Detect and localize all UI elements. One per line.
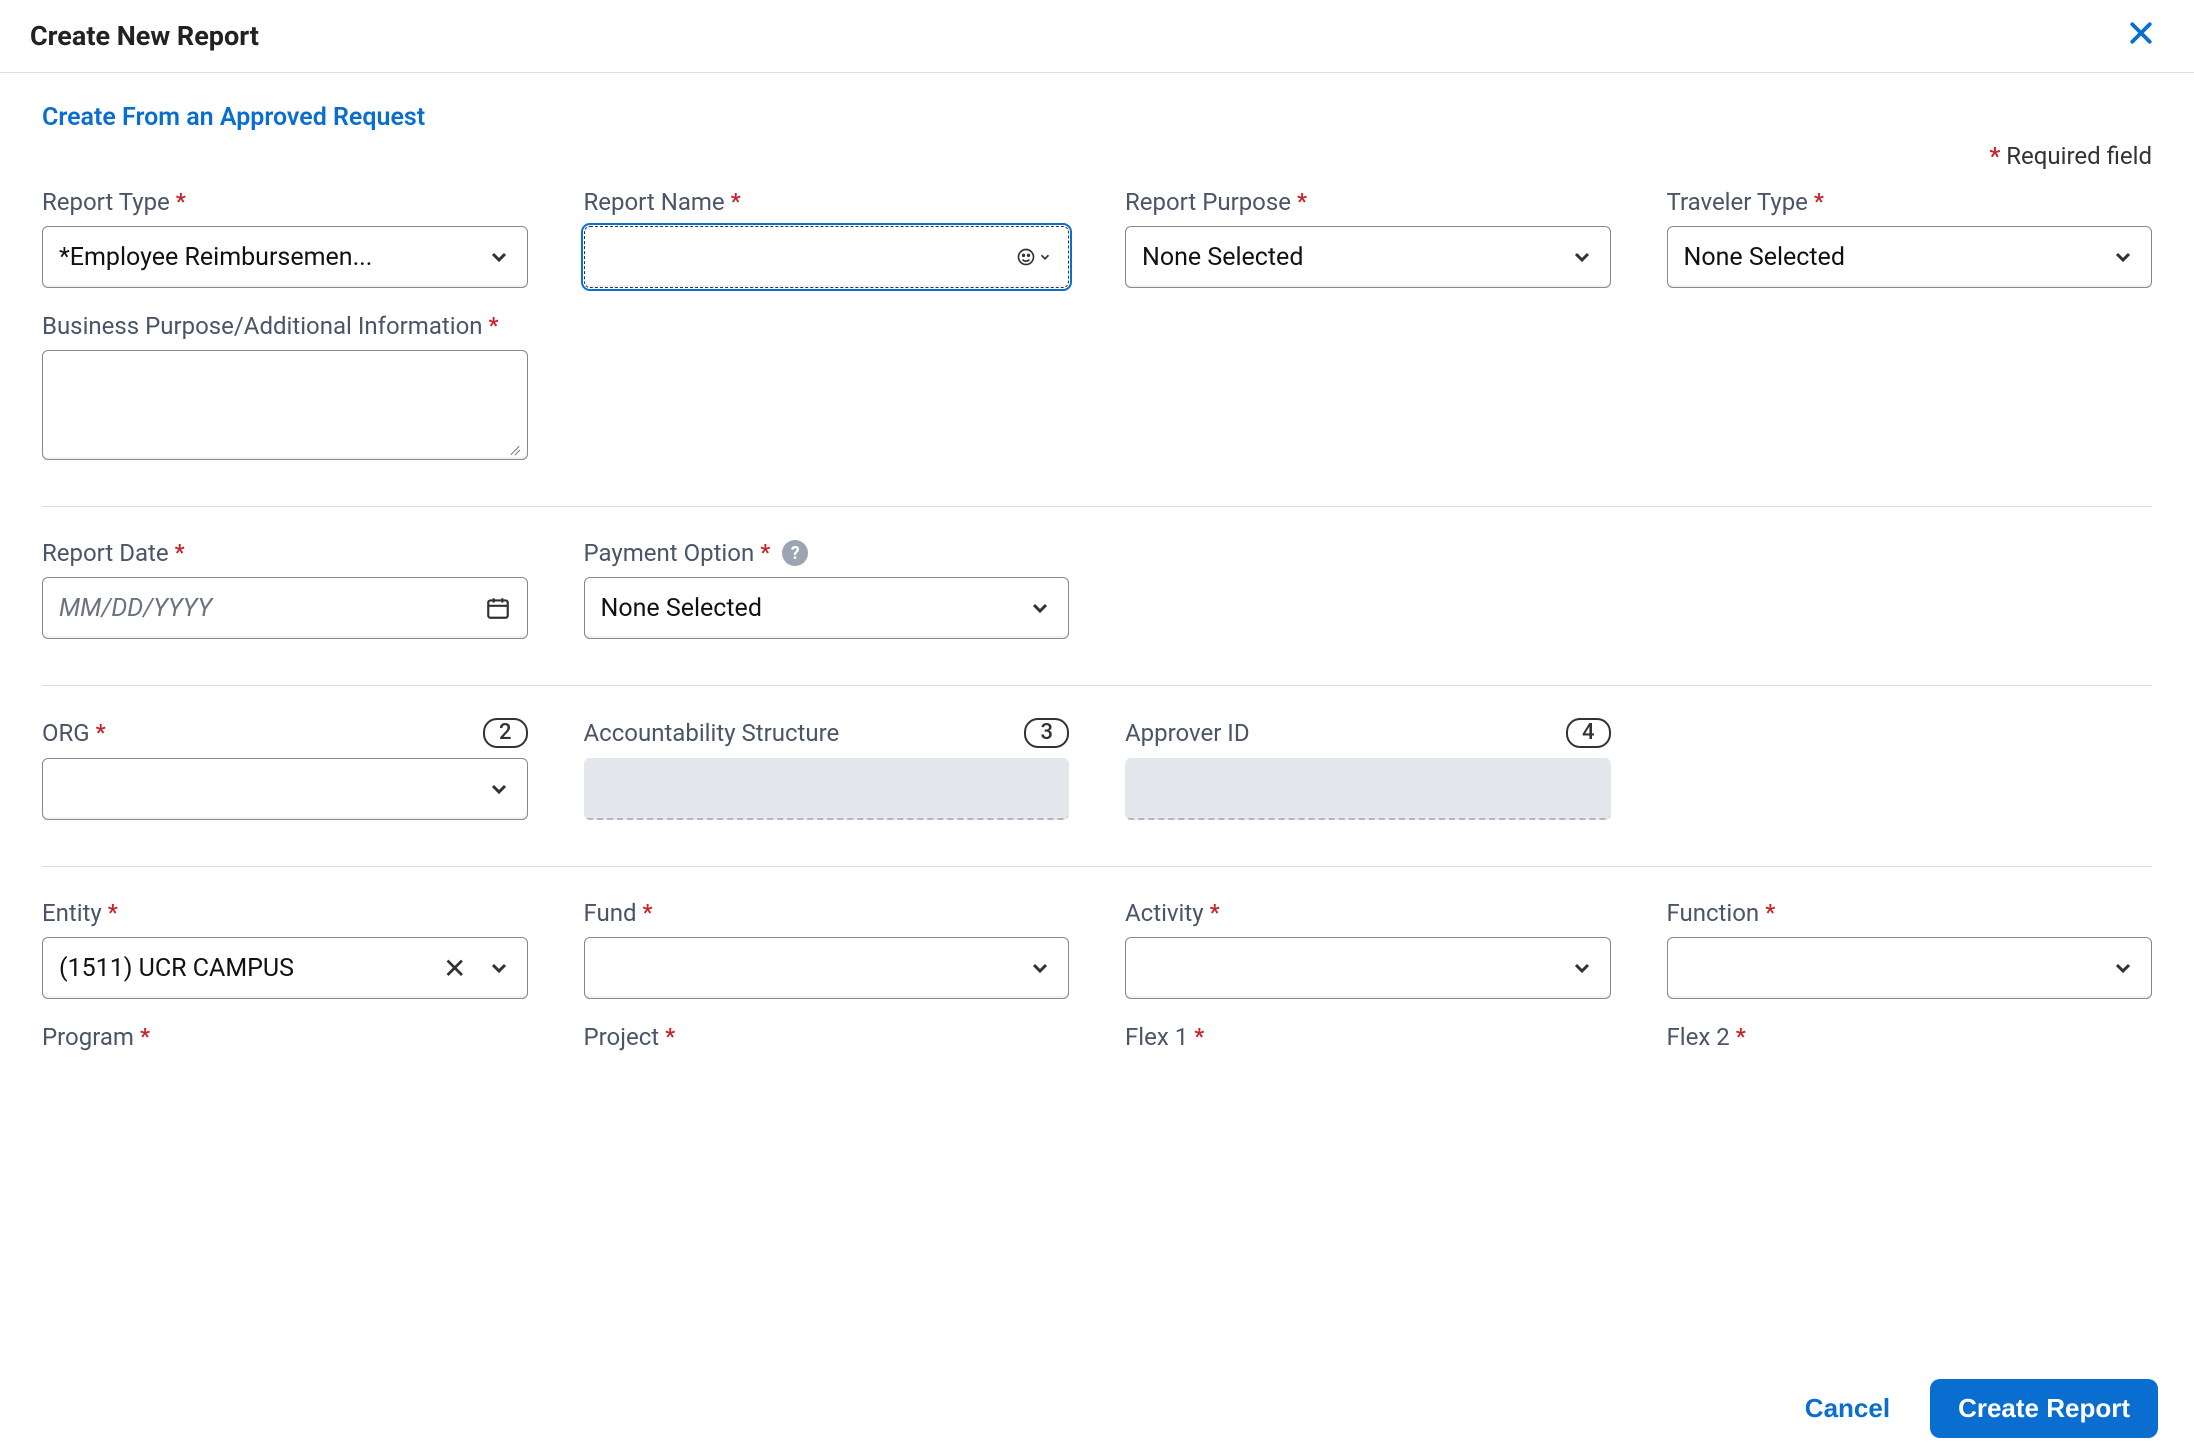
chevron-down-icon [1028, 956, 1052, 980]
report-purpose-label: Report Purpose [1125, 188, 1291, 216]
required-asterisk: * [108, 901, 118, 926]
chevron-down-icon [2111, 245, 2135, 269]
step-badge: 2 [483, 718, 528, 748]
entity-label: Entity [42, 899, 102, 927]
close-icon [2126, 18, 2156, 48]
report-name-input[interactable] [584, 226, 1070, 288]
required-asterisk: * [1297, 190, 1307, 215]
org-label: ORG [42, 719, 90, 747]
field-project: Project* [584, 1023, 1070, 1061]
field-org: ORG* 2 [42, 718, 528, 820]
entity-select[interactable]: (1511) UCR CAMPUS ✕ [42, 937, 528, 999]
business-purpose-label: Business Purpose/Additional Information [42, 312, 483, 340]
modal-body: Create From an Approved Request *Require… [0, 73, 2194, 1366]
fund-select[interactable] [584, 937, 1070, 999]
project-label: Project [584, 1023, 660, 1051]
chevron-down-icon [1028, 596, 1052, 620]
required-asterisk: * [96, 721, 106, 746]
report-date-label: Report Date [42, 539, 169, 567]
required-asterisk: * [1210, 901, 1220, 926]
step-badge: 4 [1566, 718, 1611, 748]
report-purpose-select[interactable]: None Selected [1125, 226, 1611, 288]
required-asterisk: * [1765, 901, 1775, 926]
program-label: Program [42, 1023, 134, 1051]
create-report-button[interactable]: Create Report [1930, 1379, 2158, 1438]
flex2-label: Flex 2 [1667, 1023, 1730, 1051]
report-date-input[interactable]: MM/DD/YYYY [42, 577, 528, 639]
clear-icon[interactable]: ✕ [443, 952, 466, 985]
section-divider [42, 506, 2152, 507]
approver-id-label: Approver ID [1125, 719, 1250, 747]
accountability-label: Accountability Structure [584, 719, 840, 747]
field-report-purpose: Report Purpose* None Selected [1125, 188, 1611, 288]
org-select[interactable] [42, 758, 528, 820]
payment-option-select[interactable]: None Selected [584, 577, 1070, 639]
resize-handle-icon[interactable] [507, 439, 523, 455]
accountability-input [584, 758, 1070, 820]
report-type-select[interactable]: *Employee Reimbursemen... [42, 226, 528, 288]
modal-footer: Cancel Create Report [0, 1361, 2194, 1456]
field-approver-id: Approver ID 4 [1125, 718, 1611, 820]
chevron-down-icon [1570, 956, 1594, 980]
report-type-label: Report Type [42, 188, 170, 216]
traveler-type-label: Traveler Type [1667, 188, 1808, 216]
chevron-down-icon [1038, 250, 1052, 264]
function-label: Function [1667, 899, 1760, 927]
field-report-date: Report Date* MM/DD/YYYY [42, 539, 528, 639]
required-asterisk: * [489, 314, 499, 339]
step-badge: 3 [1024, 718, 1069, 748]
chevron-down-icon [487, 956, 511, 980]
asterisk-icon: * [1989, 142, 2000, 170]
field-report-name: Report Name* [584, 188, 1070, 288]
field-payment-option: Payment Option*? None Selected [584, 539, 1070, 639]
field-accountability: Accountability Structure 3 [584, 718, 1070, 820]
required-asterisk: * [175, 541, 185, 566]
required-asterisk: * [140, 1025, 150, 1050]
field-function: Function* [1667, 899, 2153, 999]
field-report-type: Report Type* *Employee Reimbursemen... [42, 188, 528, 288]
modal-header: Create New Report [0, 0, 2194, 73]
required-asterisk: * [176, 190, 186, 215]
chevron-down-icon [2111, 956, 2135, 980]
modal-title: Create New Report [30, 20, 259, 52]
report-name-label: Report Name [584, 188, 725, 216]
field-program: Program* [42, 1023, 528, 1061]
field-activity: Activity* [1125, 899, 1611, 999]
payment-option-label: Payment Option [584, 539, 755, 567]
section-divider [42, 685, 2152, 686]
fund-label: Fund [584, 899, 637, 927]
create-from-approved-link[interactable]: Create From an Approved Request [42, 103, 425, 132]
required-asterisk: * [1194, 1025, 1204, 1050]
flex1-label: Flex 1 [1125, 1023, 1188, 1051]
cancel-button[interactable]: Cancel [1789, 1381, 1906, 1436]
activity-select[interactable] [1125, 937, 1611, 999]
business-purpose-textarea[interactable] [42, 350, 528, 460]
close-button[interactable] [2120, 18, 2162, 54]
required-asterisk: * [731, 190, 741, 215]
chevron-down-icon [487, 777, 511, 801]
activity-label: Activity [1125, 899, 1204, 927]
calendar-icon[interactable] [485, 595, 511, 621]
field-flex1: Flex 1* [1125, 1023, 1611, 1061]
field-fund: Fund* [584, 899, 1070, 999]
approver-id-input [1125, 758, 1611, 820]
traveler-type-select[interactable]: None Selected [1667, 226, 2153, 288]
field-business-purpose: Business Purpose/Additional Information* [42, 312, 528, 460]
function-select[interactable] [1667, 937, 2153, 999]
chevron-down-icon [1570, 245, 1594, 269]
section-divider [42, 866, 2152, 867]
chevron-down-icon [487, 245, 511, 269]
required-asterisk: * [643, 901, 653, 926]
field-entity: Entity* (1511) UCR CAMPUS ✕ [42, 899, 528, 999]
required-asterisk: * [1736, 1025, 1746, 1050]
required-field-note: *Required field [42, 142, 2152, 170]
required-asterisk: * [665, 1025, 675, 1050]
help-icon[interactable]: ? [782, 540, 808, 566]
required-asterisk: * [1814, 190, 1824, 215]
required-asterisk: * [760, 541, 770, 566]
input-action-icon[interactable] [1016, 247, 1052, 267]
field-traveler-type: Traveler Type* None Selected [1667, 188, 2153, 288]
field-flex2: Flex 2* [1667, 1023, 2153, 1061]
face-icon [1016, 247, 1036, 267]
